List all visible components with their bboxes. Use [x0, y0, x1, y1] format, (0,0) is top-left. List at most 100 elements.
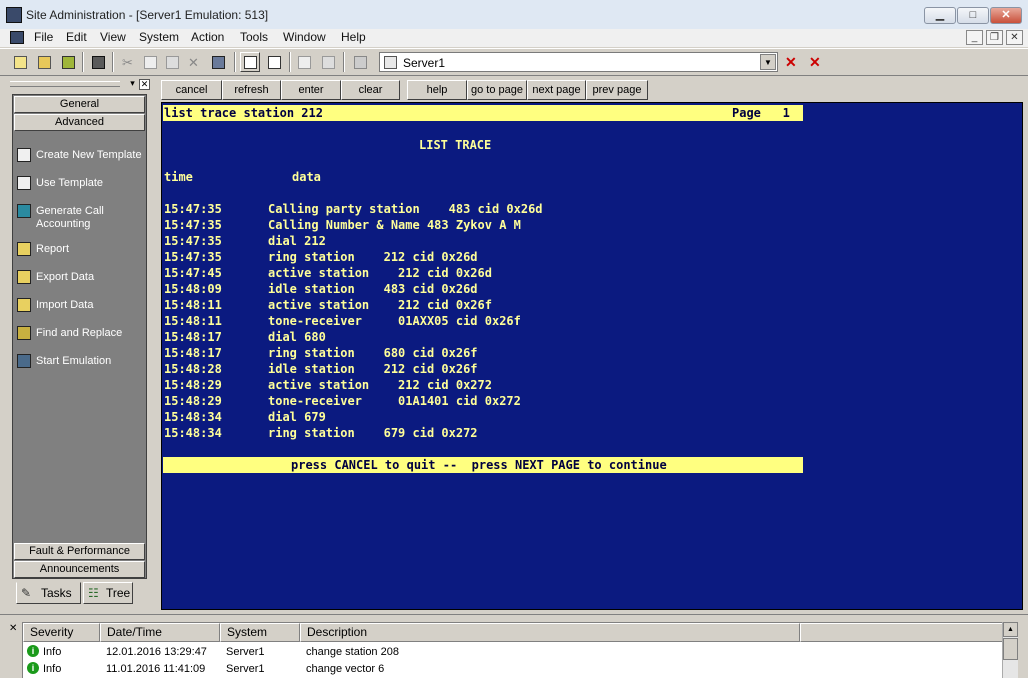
trace-time: 15:48:11 [164, 314, 222, 328]
scroll-thumb[interactable] [1003, 638, 1018, 660]
footer-bar: press CANCEL to quit -- press NEXT PAGE … [163, 457, 803, 473]
trace-data: Calling Number & Name 483 Zykov A M [268, 218, 521, 232]
trace-time: 15:48:17 [164, 330, 222, 344]
column-header-datetime[interactable]: Date/Time [100, 623, 220, 642]
event-log-table: Severity Date/Time System Description i … [22, 622, 1018, 678]
event-log-panel: ✕ Severity Date/Time System Description … [0, 614, 1028, 678]
list-view-icon[interactable] [240, 52, 260, 72]
severity-cell: Info [43, 646, 62, 658]
task-label: Generate Call Accounting [36, 205, 104, 230]
template-icon [17, 148, 31, 162]
log-close-icon[interactable]: ✕ [9, 623, 17, 634]
panel-close-icon[interactable]: ✕ [139, 79, 150, 90]
category-general[interactable]: General [14, 96, 145, 113]
report-icon [17, 242, 31, 256]
task-label: Use Template [36, 177, 104, 189]
settings-icon[interactable] [208, 52, 228, 72]
open-icon[interactable] [34, 52, 54, 72]
properties-icon[interactable] [88, 52, 108, 72]
task-label: Create New Template [36, 149, 142, 161]
new-icon[interactable] [10, 52, 30, 72]
category-advanced[interactable]: Advanced [14, 114, 145, 131]
details-view-icon[interactable] [264, 52, 284, 72]
column-header-severity[interactable]: Severity [23, 623, 100, 642]
toolbar-separator [289, 52, 291, 72]
disconnect-icon[interactable]: ✕ [781, 52, 801, 72]
scroll-up-icon[interactable]: ▲ [1003, 622, 1018, 637]
close-button[interactable]: ✕ [990, 7, 1022, 24]
table-row[interactable]: i Info 11.01.2016 11:41:09 Server1 chang… [23, 661, 1003, 677]
toolbar: ✂ ✕ Server1 ▼ ✕ ✕ [0, 48, 1028, 76]
column-header-time: time [164, 170, 193, 184]
column-header-description[interactable]: Description [300, 623, 800, 642]
binoculars-icon [17, 326, 31, 340]
copy-icon[interactable] [140, 52, 160, 72]
task-label: Import Data [36, 299, 94, 311]
server-icon[interactable] [350, 52, 370, 72]
menu-system[interactable]: System [139, 30, 179, 44]
toolbar-separator [112, 52, 114, 72]
menu-file[interactable]: File [34, 30, 53, 44]
refresh-button[interactable]: refresh [222, 80, 281, 100]
category-fault-performance[interactable]: Fault & Performance [14, 543, 145, 560]
mdi-restore-button[interactable]: ❐ [986, 30, 1003, 45]
system-cell: Server1 [226, 663, 265, 675]
emulation-icon [17, 354, 31, 368]
cut-icon[interactable]: ✂ [118, 52, 138, 72]
chart-icon [17, 204, 31, 218]
panel-grip[interactable] [10, 81, 120, 87]
maximize-button[interactable]: □ [957, 7, 989, 24]
help-button[interactable]: help [407, 80, 467, 100]
menu-help[interactable]: Help [341, 30, 366, 44]
category-announcements[interactable]: Announcements [14, 561, 145, 578]
chevron-down-icon[interactable]: ▼ [760, 54, 776, 70]
menu-view[interactable]: View [100, 30, 126, 44]
disconnect-all-icon[interactable]: ✕ [805, 52, 825, 72]
trace-data: active station 212 cid 0x26f [268, 298, 492, 312]
save-icon[interactable] [58, 52, 78, 72]
right-edge [1023, 78, 1028, 612]
trace-time: 15:47:35 [164, 234, 222, 248]
go-to-page-button[interactable]: go to page [467, 80, 527, 100]
menu-tools[interactable]: Tools [240, 30, 268, 44]
mdi-close-button[interactable]: ✕ [1006, 30, 1023, 45]
paste-icon[interactable] [162, 52, 182, 72]
toolbar-separator [82, 52, 84, 72]
document-icon[interactable] [10, 31, 24, 44]
delete-icon[interactable]: ✕ [184, 52, 204, 72]
clear-button[interactable]: clear [341, 80, 400, 100]
description-cell: change vector 6 [306, 663, 385, 675]
pin-icon[interactable]: ▾ [127, 79, 138, 90]
info-icon: i [27, 645, 39, 657]
info-icon: i [27, 662, 39, 674]
minimize-button[interactable]: ▁ [924, 7, 956, 24]
log-scrollbar[interactable]: ▲ [1002, 622, 1018, 678]
tab-tasks[interactable]: ✎ Tasks [16, 582, 81, 604]
trace-data: dial 680 [268, 330, 326, 344]
prev-page-button[interactable]: prev page [586, 80, 648, 100]
tab-tree[interactable]: ☷ Tree [83, 582, 133, 604]
command-bar: list trace station 212 Page 1 [163, 105, 803, 121]
table-row[interactable]: i Info 12.01.2016 13:29:47 Server1 chang… [23, 644, 1003, 660]
server-select[interactable]: Server1 ▼ [379, 52, 778, 72]
trace-data: dial 212 [268, 234, 326, 248]
print-icon[interactable] [318, 52, 338, 72]
enter-button[interactable]: enter [281, 80, 341, 100]
column-header-system[interactable]: System [220, 623, 300, 642]
trace-time: 15:47:35 [164, 250, 222, 264]
terminal-screen[interactable]: list trace station 212 Page 1 LIST TRACE… [161, 102, 1023, 610]
datetime-cell: 11.01.2016 11:41:09 [106, 663, 206, 675]
menu-action[interactable]: Action [191, 30, 224, 44]
menu-edit[interactable]: Edit [66, 30, 87, 44]
next-page-button[interactable]: next page [527, 80, 586, 100]
print-preview-icon[interactable] [294, 52, 314, 72]
mdi-minimize-button[interactable]: _ [966, 30, 983, 45]
trace-data: idle station 212 cid 0x26f [268, 362, 478, 376]
trace-data: active station 212 cid 0x26d [268, 266, 492, 280]
tasks-icon: ✎ [21, 586, 32, 600]
menu-window[interactable]: Window [283, 30, 326, 44]
trace-data: ring station 212 cid 0x26d [268, 250, 478, 264]
cancel-button[interactable]: cancel [161, 80, 222, 100]
tasks-panel: ▾ ✕ General Advanced Create New Template… [8, 78, 151, 608]
column-header-filler [800, 623, 1003, 642]
